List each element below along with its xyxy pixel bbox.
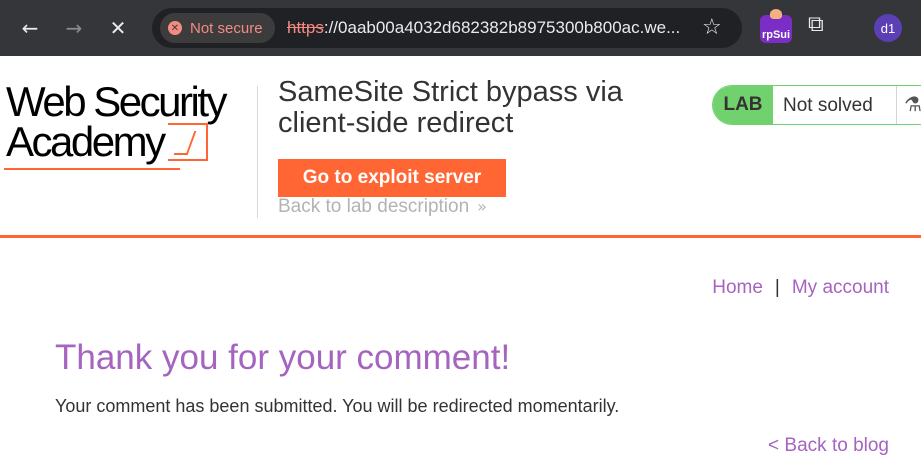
forward-arrow-icon[interactable]: → [58,12,90,44]
page-heading: Thank you for your comment! [55,338,511,377]
logo-underline [4,168,180,170]
back-to-lab-description-label: Back to lab description [278,196,470,217]
web-security-academy-logo[interactable]: Web Security Academy [6,78,228,165]
header-orange-rule [0,235,921,238]
url-scheme: https [287,18,324,37]
security-label: Not secure [190,19,263,37]
lab-status-widget: LAB Not solved ⚗ [712,85,921,125]
lab-status-badge: LAB [713,86,773,124]
back-arrow-icon[interactable]: ← [14,12,46,44]
logo-line-1: Web Security [6,78,228,125]
header-divider [257,86,258,218]
double-chevron-icon: » [477,197,487,216]
url-text[interactable]: https://0aab00a4032d682382b8975300b800ac… [287,18,680,38]
confirmation-message: Your comment has been submitted. You wil… [55,396,620,416]
lab-title: SameSite Strict bypass via client-side r… [278,76,623,139]
address-bar[interactable]: ✕ Not secure https://0aab00a4032d682382b… [152,8,742,48]
url-host: ://0aab00a4032d682382b8975300b800ac.we..… [323,18,681,37]
not-secure-icon: ✕ [168,21,182,35]
profile-avatar[interactable]: d1 [874,14,902,42]
logo-line-2: Academy [6,117,166,165]
nav-my-account-link[interactable]: My account [792,277,889,298]
back-to-lab-description-link[interactable]: Back to lab description » [278,196,487,218]
bookmark-star-icon[interactable]: ☆ [702,15,722,40]
logo-bolt-icon [167,122,208,161]
top-navigation: Home | My account [712,277,889,299]
lab-status-text: Not solved [783,95,873,116]
nav-home-link[interactable]: Home [712,277,763,298]
extensions-puzzle-icon[interactable]: ⧉ [808,12,824,37]
exploit-server-button[interactable]: Go to exploit server [278,159,506,197]
stop-icon[interactable]: ✕ [102,12,134,44]
security-indicator[interactable]: ✕ Not secure [160,13,275,43]
browser-toolbar: ← → ✕ ✕ Not secure https://0aab00a4032d6… [0,0,921,56]
burp-extension-label: rpSui [761,29,791,41]
burp-extension-badge [770,9,782,19]
status-separator [896,86,897,124]
back-to-blog-link[interactable]: < Back to blog [768,435,889,457]
nav-separator: | [774,277,780,298]
burp-extension-icon[interactable]: rpSui [760,9,792,43]
flask-icon: ⚗ [904,92,921,116]
